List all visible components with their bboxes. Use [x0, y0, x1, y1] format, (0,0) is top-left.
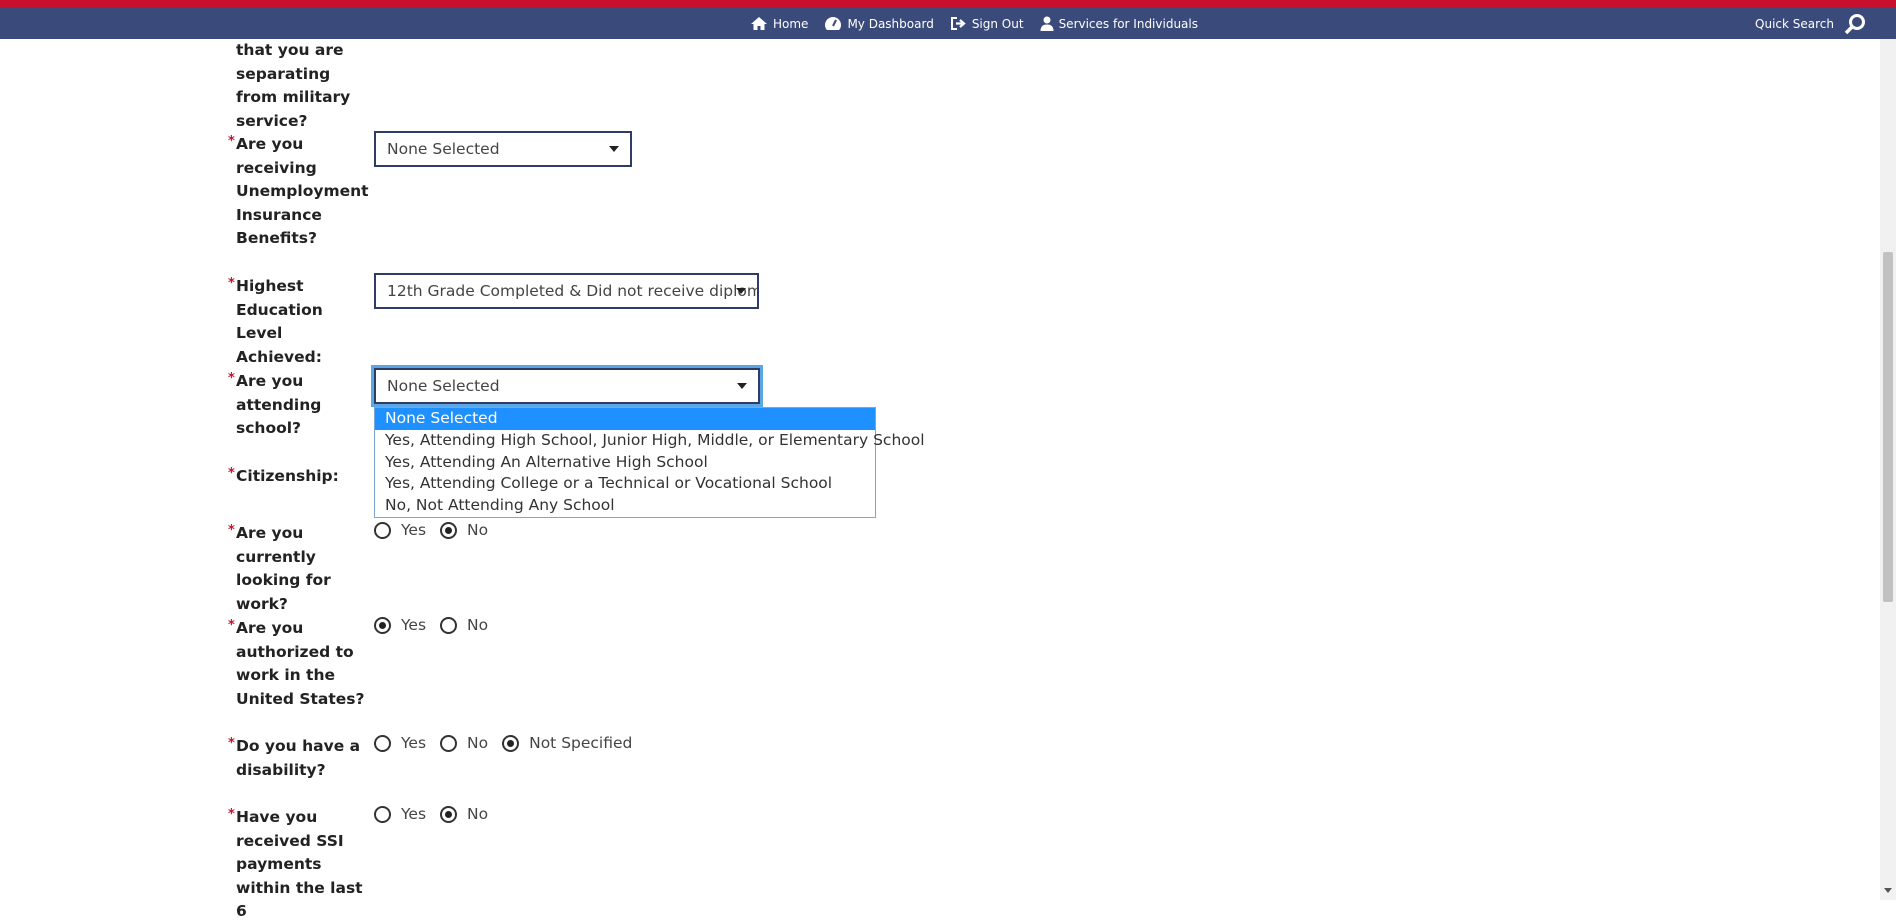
looking-for-work-yes-radio[interactable]	[374, 521, 391, 539]
disability-no-radio[interactable]	[440, 734, 458, 752]
dashboard-gauge-icon	[825, 17, 842, 30]
authorized-no-radio[interactable]	[440, 616, 458, 634]
nav-signout-label: Sign Out	[971, 16, 1024, 31]
radio-label: No	[467, 521, 489, 539]
citizenship-label: * Citizenship:	[228, 466, 339, 485]
ssi-no-radio[interactable]	[440, 805, 458, 823]
disability-yes-radio[interactable]	[374, 734, 391, 752]
school-dropdown-list: None Selected Yes, Attending High School…	[374, 407, 925, 518]
top-accent-bar	[0, 0, 1896, 8]
scrollbar-thumb[interactable]	[1883, 252, 1893, 602]
school-option[interactable]: Yes, Attending High School, Junior High,…	[375, 430, 925, 452]
chevron-down-icon	[609, 146, 619, 152]
school-select[interactable]: None Selected	[374, 368, 760, 404]
user-icon	[1040, 16, 1054, 31]
nav-signout[interactable]: Sign Out	[950, 16, 1024, 31]
looking-for-work-no-radio[interactable]	[440, 521, 458, 539]
ui-benefits-label: * Are you receiving Unemployment Insuranc…	[228, 134, 369, 248]
school-option[interactable]: None Selected	[375, 408, 875, 430]
ui-benefits-select[interactable]: None Selected	[374, 131, 632, 167]
authorized-radios: Yes No	[374, 616, 502, 634]
radio-label: Not Specified	[529, 734, 633, 752]
ssi-radios: Yes No	[374, 805, 502, 823]
radio-label: Yes	[401, 521, 427, 539]
looking-for-work-label: * Are you currently looking for work?	[228, 523, 331, 613]
radio-label: No	[467, 616, 489, 634]
chevron-down-icon	[736, 288, 746, 294]
nav-dashboard[interactable]: My Dashboard	[824, 16, 934, 31]
ssi-yes-radio[interactable]	[374, 805, 391, 823]
radio-label: Yes	[401, 734, 427, 752]
quick-search-label: Quick Search	[1755, 16, 1834, 31]
radio-label: No	[467, 805, 489, 823]
school-option[interactable]: Yes, Attending An Alternative High Schoo…	[375, 452, 875, 474]
nav-services[interactable]: Services for Individuals	[1040, 16, 1198, 31]
nav-dashboard-label: My Dashboard	[847, 16, 934, 31]
authorized-label: * Are you authorized to work in the Unite…	[228, 618, 365, 708]
disability-not-specified-radio[interactable]	[502, 734, 520, 752]
nav-home-label: Home	[773, 16, 809, 31]
school-label: * Are you attending school?	[228, 371, 322, 438]
registration-form: that you are separating from military se…	[0, 39, 1880, 920]
search-icon	[1844, 13, 1865, 34]
radio-label: Yes	[401, 616, 427, 634]
radio-label: No	[467, 734, 489, 752]
vertical-scrollbar[interactable]	[1880, 39, 1896, 900]
disability-label: * Do you have a disability?	[228, 736, 361, 779]
home-icon	[751, 17, 767, 30]
disability-radios: Yes No Not Specified	[374, 734, 646, 752]
education-select[interactable]: 12th Grade Completed & Did not receive d…	[374, 273, 759, 309]
school-option[interactable]: Yes, Attending College or a Technical or…	[375, 473, 875, 495]
quick-search[interactable]: Quick Search	[1755, 8, 1866, 39]
military-question-label: that you are separating from military se…	[236, 41, 351, 130]
authorized-yes-radio[interactable]	[374, 616, 391, 634]
looking-for-work-radios: Yes No	[374, 521, 502, 539]
radio-label: Yes	[401, 805, 427, 823]
chevron-down-icon	[737, 383, 747, 389]
top-navigation-bar: Home My Dashboard Sign Out Services for …	[0, 8, 1896, 39]
nav-home[interactable]: Home	[750, 16, 808, 31]
scroll-down-arrow-icon[interactable]	[1884, 888, 1892, 893]
sign-out-icon	[950, 17, 966, 30]
school-option[interactable]: No, Not Attending Any School	[375, 495, 875, 517]
nav-services-label: Services for Individuals	[1058, 16, 1198, 31]
education-label: * Highest Education Level Achieved:	[228, 276, 323, 366]
nav-menu: Home My Dashboard Sign Out Services for …	[750, 8, 1198, 39]
ssi-label: * Have you received SSI payments within t…	[228, 807, 363, 921]
